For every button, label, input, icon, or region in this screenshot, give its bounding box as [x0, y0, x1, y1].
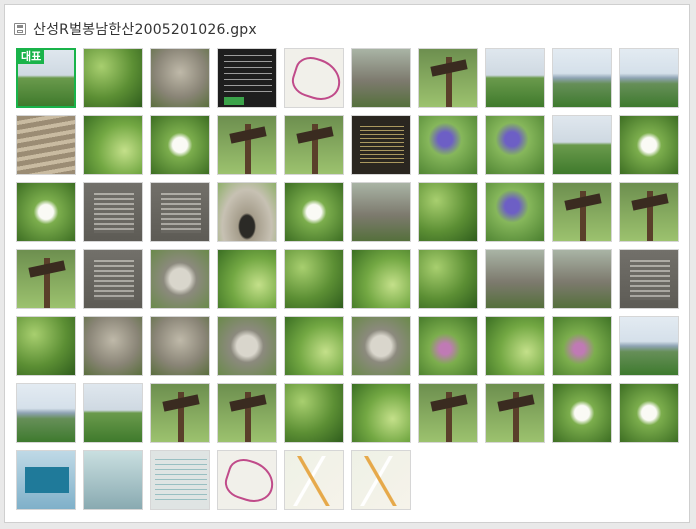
photo-thumbnail[interactable] — [217, 383, 277, 443]
photo-thumbnail[interactable] — [351, 115, 411, 175]
photo-thumbnail[interactable] — [150, 249, 210, 309]
photo-thumbnail[interactable] — [351, 383, 411, 443]
photo-thumbnail[interactable] — [619, 249, 679, 309]
photo-thumbnail[interactable] — [619, 316, 679, 376]
photo-thumbnail[interactable] — [217, 48, 277, 108]
photo-thumbnail[interactable] — [552, 249, 612, 309]
photo-thumbnail[interactable] — [351, 182, 411, 242]
photo-thumbnail[interactable] — [284, 115, 344, 175]
photo-thumbnail[interactable] — [284, 249, 344, 309]
photo-thumbnail[interactable] — [83, 383, 143, 443]
photo-thumbnail[interactable] — [150, 450, 210, 510]
photo-thumbnail[interactable] — [619, 383, 679, 443]
photo-thumbnail[interactable] — [284, 182, 344, 242]
photo-thumbnail[interactable] — [150, 316, 210, 376]
photo-thumbnail[interactable] — [418, 182, 478, 242]
photo-thumbnail[interactable] — [16, 249, 76, 309]
photo-thumbnail[interactable] — [552, 316, 612, 376]
save-icon[interactable] — [14, 23, 26, 35]
photo-thumbnail[interactable] — [284, 316, 344, 376]
photo-thumbnail[interactable] — [150, 48, 210, 108]
photo-thumbnail[interactable] — [83, 48, 143, 108]
thumbnail-grid: 대표 — [16, 48, 679, 510]
photo-thumbnail[interactable] — [217, 249, 277, 309]
photo-thumbnail[interactable] — [217, 182, 277, 242]
photo-thumbnail[interactable]: 대표 — [16, 48, 76, 108]
photo-thumbnail[interactable] — [485, 316, 545, 376]
photo-thumbnail[interactable] — [16, 383, 76, 443]
photo-thumbnail[interactable] — [16, 450, 76, 510]
photo-thumbnail[interactable] — [351, 316, 411, 376]
photo-thumbnail[interactable] — [83, 182, 143, 242]
file-title: 산성R벌봉남한산2005201026.gpx — [33, 22, 257, 38]
photo-thumbnail[interactable] — [284, 450, 344, 510]
photo-thumbnail[interactable] — [485, 48, 545, 108]
photo-thumbnail[interactable] — [150, 182, 210, 242]
photo-thumbnail[interactable] — [150, 115, 210, 175]
photo-thumbnail[interactable] — [351, 450, 411, 510]
photo-thumbnail[interactable] — [83, 249, 143, 309]
representative-badge: 대표 — [18, 50, 45, 64]
photo-thumbnail[interactable] — [16, 316, 76, 376]
photo-thumbnail[interactable] — [150, 383, 210, 443]
photo-thumbnail[interactable] — [16, 115, 76, 175]
photo-thumbnail[interactable] — [418, 249, 478, 309]
photo-thumbnail[interactable] — [418, 316, 478, 376]
gallery-panel: 산성R벌봉남한산2005201026.gpx 대표 — [4, 4, 690, 523]
photo-thumbnail[interactable] — [552, 48, 612, 108]
photo-thumbnail[interactable] — [552, 115, 612, 175]
photo-thumbnail[interactable] — [619, 48, 679, 108]
photo-thumbnail[interactable] — [217, 115, 277, 175]
photo-thumbnail[interactable] — [418, 115, 478, 175]
photo-thumbnail[interactable] — [485, 383, 545, 443]
gallery-header: 산성R벌봉남한산2005201026.gpx — [14, 18, 257, 40]
photo-thumbnail[interactable] — [217, 316, 277, 376]
photo-thumbnail[interactable] — [351, 249, 411, 309]
photo-thumbnail[interactable] — [217, 450, 277, 510]
photo-thumbnail[interactable] — [485, 115, 545, 175]
photo-thumbnail[interactable] — [619, 182, 679, 242]
photo-thumbnail[interactable] — [619, 115, 679, 175]
photo-thumbnail[interactable] — [485, 182, 545, 242]
photo-thumbnail[interactable] — [485, 249, 545, 309]
photo-thumbnail[interactable] — [552, 182, 612, 242]
photo-thumbnail[interactable] — [418, 48, 478, 108]
photo-thumbnail[interactable] — [83, 450, 143, 510]
photo-thumbnail[interactable] — [418, 383, 478, 443]
photo-thumbnail[interactable] — [16, 182, 76, 242]
photo-thumbnail[interactable] — [83, 316, 143, 376]
photo-thumbnail[interactable] — [284, 383, 344, 443]
photo-thumbnail[interactable] — [284, 48, 344, 108]
photo-thumbnail[interactable] — [83, 115, 143, 175]
photo-thumbnail[interactable] — [552, 383, 612, 443]
photo-thumbnail[interactable] — [351, 48, 411, 108]
